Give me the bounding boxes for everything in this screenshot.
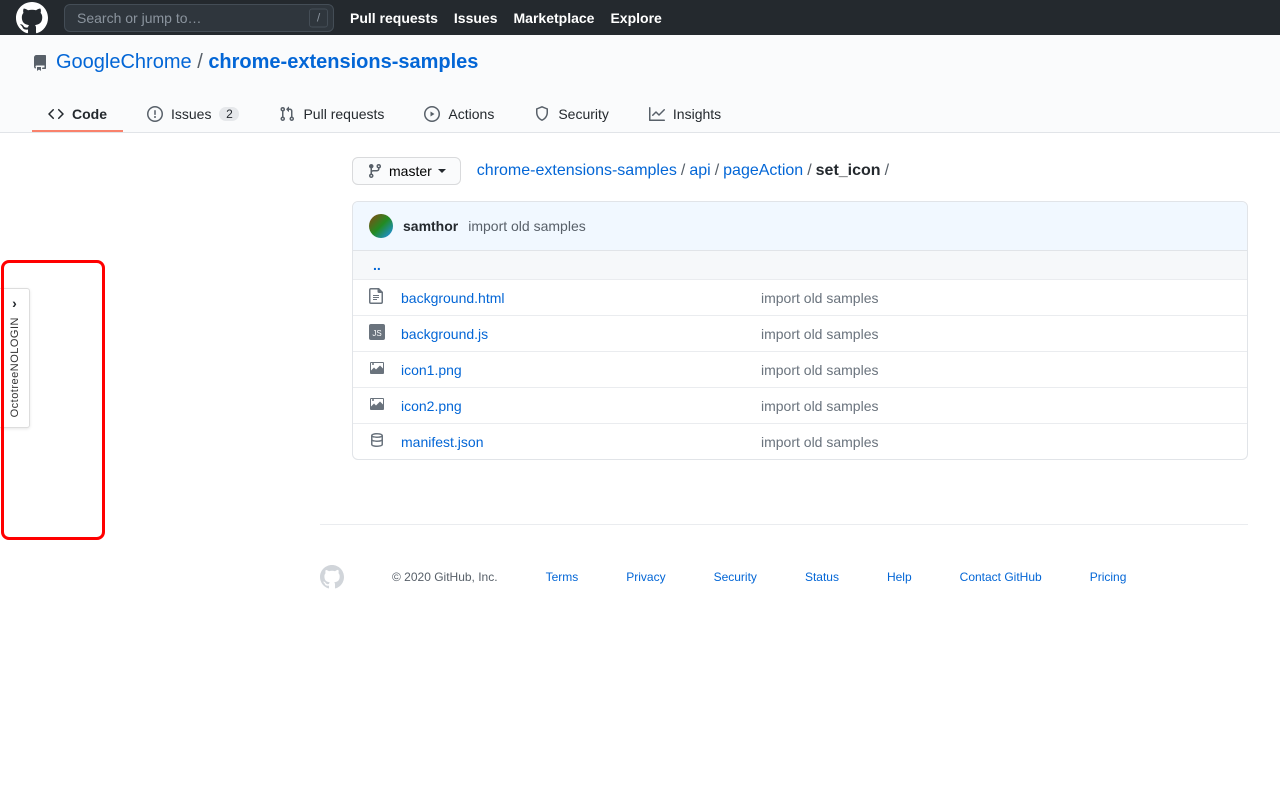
file-name-link[interactable]: background.js	[401, 326, 761, 342]
footer-links: Terms Privacy Security Status Help Conta…	[546, 570, 1248, 584]
main-content: master chrome-extensions-samples/api/pag…	[320, 133, 1280, 484]
play-icon	[424, 106, 440, 122]
tab-code[interactable]: Code	[32, 98, 123, 132]
github-mark-icon[interactable]	[320, 565, 344, 589]
repo-owner-link[interactable]: GoogleChrome	[56, 51, 192, 73]
repo-name-link[interactable]: chrome-extensions-samples	[208, 51, 478, 73]
issue-icon	[147, 106, 163, 122]
file-row[interactable]: icon2.pngimport old samples	[353, 388, 1247, 424]
file-navigation: master chrome-extensions-samples/api/pag…	[352, 157, 1248, 185]
shield-icon	[534, 106, 550, 122]
file-type-icon: JS	[369, 324, 401, 343]
commit-message[interactable]: import old samples	[468, 218, 586, 234]
tab-pulls-label: Pull requests	[303, 106, 384, 122]
file-name-link[interactable]: manifest.json	[401, 434, 761, 450]
global-nav: Pull requests Issues Marketplace Explore	[350, 10, 662, 26]
latest-commit-row: samthor import old samples	[353, 202, 1247, 251]
branch-select-button[interactable]: master	[352, 157, 461, 185]
octotree-label: OctotreeNOLOGIN	[9, 317, 21, 417]
footer-copyright: © 2020 GitHub, Inc.	[392, 570, 498, 584]
repo-sep: /	[197, 51, 208, 73]
footer-contact[interactable]: Contact GitHub	[960, 570, 1042, 584]
code-icon	[48, 106, 64, 122]
up-directory-link[interactable]: ..	[369, 257, 381, 273]
git-branch-icon	[367, 163, 383, 179]
footer-security[interactable]: Security	[714, 570, 757, 584]
nav-explore[interactable]: Explore	[610, 10, 661, 26]
file-name-link[interactable]: icon2.png	[401, 398, 761, 414]
up-directory-row[interactable]: ..	[353, 251, 1247, 280]
nav-pull-requests[interactable]: Pull requests	[350, 10, 438, 26]
file-commit-msg[interactable]: import old samples	[761, 398, 1231, 414]
file-row[interactable]: JS background.jsimport old samples	[353, 316, 1247, 352]
file-commit-msg[interactable]: import old samples	[761, 326, 1231, 342]
file-commit-msg[interactable]: import old samples	[761, 290, 1231, 306]
file-type-icon	[369, 432, 401, 451]
tab-code-label: Code	[72, 106, 107, 122]
search-input[interactable]	[64, 4, 334, 32]
file-type-icon	[369, 396, 401, 415]
global-search: /	[64, 4, 334, 32]
chevron-right-icon[interactable]: ›	[12, 295, 17, 311]
tab-pull-requests[interactable]: Pull requests	[263, 98, 400, 132]
file-commit-msg[interactable]: import old samples	[761, 434, 1231, 450]
tab-security[interactable]: Security	[518, 98, 625, 132]
repo-title: GoogleChrome / chrome-extensions-samples	[32, 51, 1248, 74]
avatar[interactable]	[369, 214, 393, 238]
graph-icon	[649, 106, 665, 122]
file-name-link[interactable]: icon1.png	[401, 362, 761, 378]
file-row[interactable]: manifest.jsonimport old samples	[353, 424, 1247, 459]
breadcrumb-api[interactable]: api	[689, 162, 710, 179]
file-row[interactable]: icon1.pngimport old samples	[353, 352, 1247, 388]
breadcrumb-pageaction[interactable]: pageAction	[723, 162, 803, 179]
file-type-icon	[369, 288, 401, 307]
search-slash-hint: /	[309, 8, 328, 27]
commit-author[interactable]: samthor	[403, 218, 458, 234]
footer-help[interactable]: Help	[887, 570, 912, 584]
file-type-icon	[369, 360, 401, 379]
tab-insights-label: Insights	[673, 106, 721, 122]
footer-status[interactable]: Status	[805, 570, 839, 584]
issues-count: 2	[219, 107, 239, 121]
breadcrumb-current: set_icon	[816, 162, 881, 179]
file-listing: samthor import old samples .. background…	[352, 201, 1248, 460]
github-logo-icon[interactable]	[16, 2, 48, 34]
repo-header: GoogleChrome / chrome-extensions-samples…	[0, 35, 1280, 133]
footer-privacy[interactable]: Privacy	[626, 570, 665, 584]
file-commit-msg[interactable]: import old samples	[761, 362, 1231, 378]
tab-insights[interactable]: Insights	[633, 98, 737, 132]
repo-tabs: Code Issues 2 Pull requests Actions Secu…	[32, 98, 1248, 132]
tab-actions-label: Actions	[448, 106, 494, 122]
tab-security-label: Security	[558, 106, 609, 122]
global-header: / Pull requests Issues Marketplace Explo…	[0, 0, 1280, 35]
tab-issues[interactable]: Issues 2	[131, 98, 255, 132]
file-row[interactable]: background.htmlimport old samples	[353, 280, 1247, 316]
breadcrumb-root[interactable]: chrome-extensions-samples	[477, 162, 677, 179]
site-footer: © 2020 GitHub, Inc. Terms Privacy Securi…	[320, 524, 1248, 629]
branch-name: master	[389, 163, 432, 179]
nav-issues[interactable]: Issues	[454, 10, 498, 26]
file-name-link[interactable]: background.html	[401, 290, 761, 306]
octotree-panel-toggle[interactable]: › OctotreeNOLOGIN	[0, 288, 30, 428]
footer-pricing[interactable]: Pricing	[1090, 570, 1127, 584]
repo-icon	[32, 55, 48, 71]
tab-issues-label: Issues	[171, 106, 211, 122]
path-breadcrumb: chrome-extensions-samples/api/pageAction…	[477, 162, 893, 180]
footer-terms[interactable]: Terms	[546, 570, 579, 584]
svg-text:JS: JS	[372, 329, 381, 338]
nav-marketplace[interactable]: Marketplace	[514, 10, 595, 26]
caret-down-icon	[438, 169, 446, 173]
git-pull-request-icon	[279, 106, 295, 122]
tab-actions[interactable]: Actions	[408, 98, 510, 132]
